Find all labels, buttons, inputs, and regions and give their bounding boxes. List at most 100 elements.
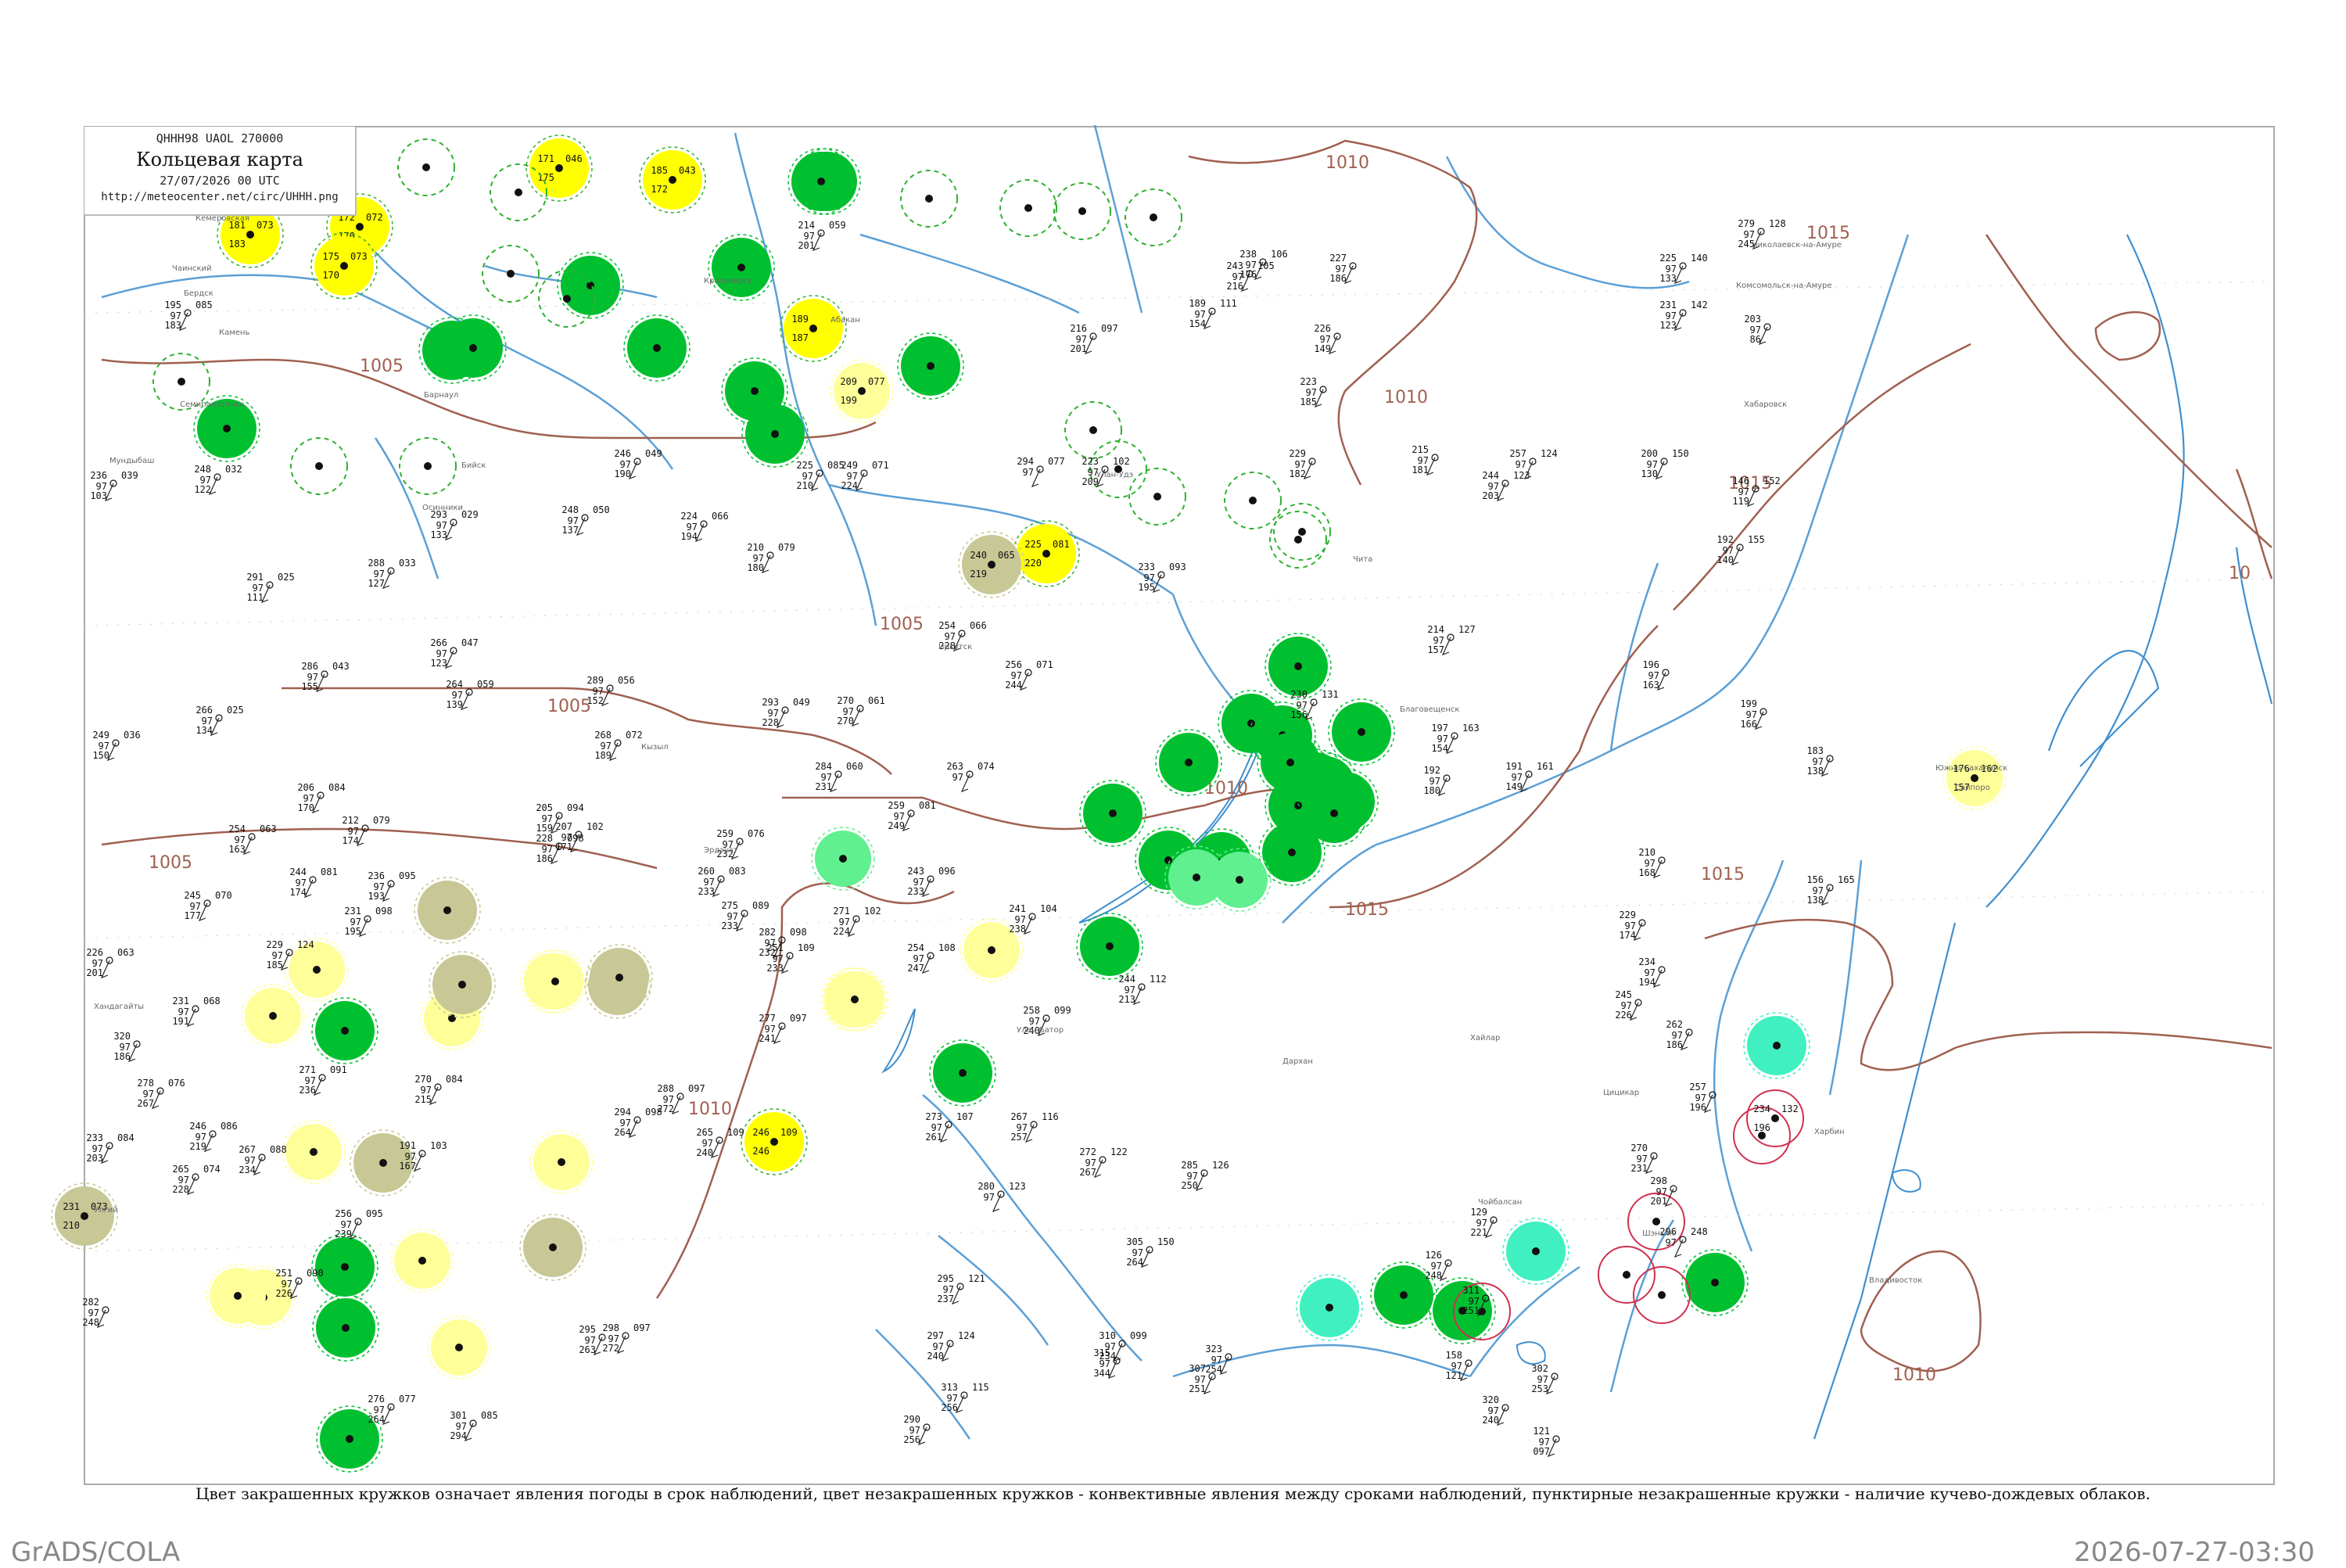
pressure: 104 (1040, 903, 1057, 914)
temperature: 185 (651, 165, 668, 176)
pressure: 063 (117, 947, 135, 958)
station-dot (1236, 876, 1243, 884)
visibility: 97 (1750, 325, 1761, 335)
visibility: 97 (282, 1279, 292, 1290)
visibility: 97 (272, 950, 283, 961)
software-credit: GrADS/COLA (11, 1537, 181, 1568)
dewpoint: 241 (759, 1033, 776, 1044)
visibility: 97 (913, 953, 924, 964)
dewpoint: 170 (297, 802, 314, 813)
temperature: 203 (1744, 314, 1761, 325)
station-dot (839, 855, 847, 863)
dewpoint: 174 (289, 887, 307, 898)
visibility: 97 (452, 690, 463, 701)
pressure: 046 (565, 153, 583, 164)
visibility: 97 (120, 1042, 131, 1053)
dewpoint: 228 (762, 717, 779, 728)
dewpoint: 247 (907, 963, 924, 974)
dewpoint: 176 (1239, 269, 1257, 280)
visibility: 97 (1246, 260, 1257, 271)
visibility: 97 (1437, 734, 1448, 745)
dewpoint: 190 (614, 468, 631, 479)
dewpoint: 233 (907, 886, 924, 897)
timestamp: 2026-07-27-03:30 (2074, 1537, 2315, 1568)
station-dot (925, 195, 933, 203)
dewpoint: 149 (1314, 343, 1331, 354)
station-dot (988, 946, 995, 954)
pressure: 089 (752, 900, 769, 911)
station-dot (1150, 213, 1157, 221)
place-label: Барнаул (424, 391, 458, 400)
dewpoint: 253 (1531, 1383, 1548, 1394)
pressure: 111 (1220, 298, 1237, 309)
station-dot (1658, 1291, 1666, 1299)
pressure: 116 (1042, 1111, 1059, 1122)
dewpoint: 257 (1010, 1132, 1028, 1143)
temperature: 225 (796, 460, 813, 471)
pressure: 049 (793, 697, 810, 708)
temperature: 249 (841, 460, 858, 471)
station-dot (1358, 728, 1365, 736)
visibility: 97 (1637, 1154, 1648, 1164)
place-label: Осинники (422, 504, 463, 512)
place-label: Камень (219, 328, 249, 337)
dewpoint: 127 (368, 578, 385, 589)
temperature: 234 (1638, 956, 1655, 967)
temperature: 244 (1118, 974, 1135, 985)
temperature: 214 (1427, 624, 1444, 635)
station-dot (346, 1435, 353, 1443)
temperature: 279 (1738, 218, 1755, 229)
pressure: 140 (1691, 253, 1708, 264)
temperature: 158 (1445, 1350, 1462, 1361)
isobar-label: 1010 (1384, 388, 1428, 407)
visibility: 97 (773, 953, 784, 964)
temperature: 294 (614, 1107, 631, 1118)
temperature: 189 (1189, 298, 1206, 309)
temperature: 288 (657, 1083, 674, 1094)
temperature: 263 (946, 761, 963, 772)
visibility: 97 (909, 1425, 920, 1436)
visibility: 97 (1539, 1437, 1550, 1448)
dewpoint: 203 (1482, 490, 1499, 501)
visibility: 97 (1746, 709, 1757, 720)
temperature: 248 (194, 464, 211, 475)
temperature: 313 (941, 1382, 958, 1393)
dewpoint: 233 (721, 920, 738, 931)
temperature: 223 (1082, 456, 1099, 467)
temperature: 265 (696, 1127, 713, 1138)
pressure: 126 (1212, 1160, 1229, 1171)
pressure: 033 (399, 558, 416, 569)
dewpoint: 249 (888, 820, 905, 831)
pressure: 056 (618, 675, 635, 686)
visibility: 97 (307, 672, 318, 683)
station-dot (455, 1344, 463, 1351)
pressure: 079 (778, 542, 795, 553)
place-label: Чаинский (172, 264, 212, 273)
temperature: 266 (430, 637, 447, 648)
pressure: 150 (1157, 1236, 1175, 1247)
pressure: 108 (938, 942, 956, 953)
source-url[interactable]: http://meteocenter.net/circ/UHHH.png (84, 191, 355, 203)
temperature: 228 (536, 833, 553, 844)
temperature: 231 (1659, 300, 1677, 310)
visibility: 97 (456, 1421, 467, 1432)
temperature: 205 (536, 802, 553, 813)
station-dot (458, 981, 466, 989)
temperature: 243 (907, 866, 924, 877)
pressure: 079 (373, 815, 390, 826)
station-dot (342, 1324, 350, 1332)
temperature: 293 (762, 697, 779, 708)
isobar-label: 1005 (149, 853, 192, 873)
station-dot (1042, 550, 1050, 558)
visibility: 97 (348, 826, 359, 837)
place-label: Улгий (94, 1206, 118, 1215)
pressure: 124 (297, 939, 314, 950)
station-dot (1153, 493, 1161, 501)
visibility: 97 (1648, 670, 1659, 681)
dewpoint: 133 (1659, 273, 1677, 284)
dewpoint: 224 (833, 926, 850, 937)
pressure: 073 (256, 220, 274, 231)
pressure: 098 (790, 927, 807, 938)
pressure: 025 (278, 572, 295, 583)
visibility: 97 (99, 741, 109, 752)
